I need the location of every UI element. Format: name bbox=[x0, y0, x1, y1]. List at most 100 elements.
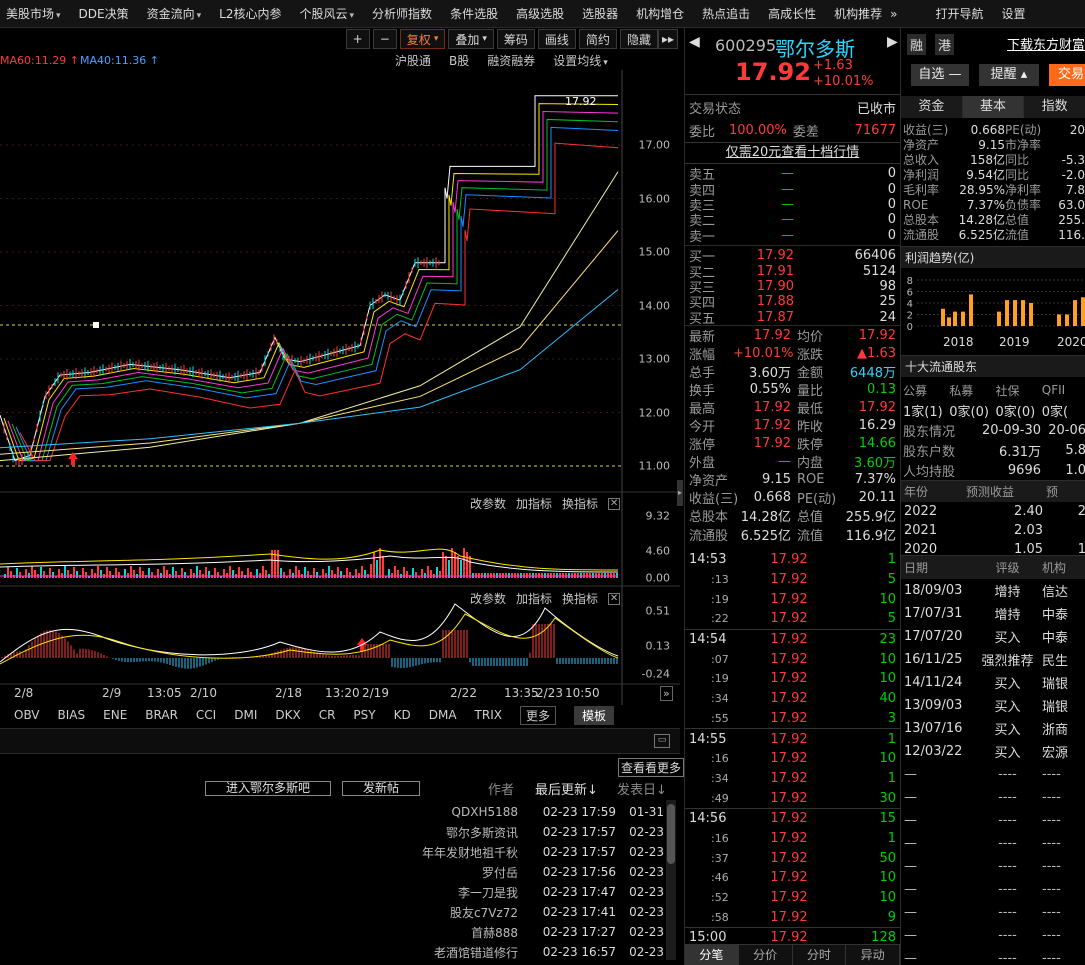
forum-row[interactable]: 罗付岳 02-23 17:56 02-23 bbox=[0, 862, 664, 882]
close-icon[interactable]: ✕ bbox=[608, 592, 621, 605]
indicator-tab[interactable]: DMA bbox=[429, 708, 457, 722]
more-indicators-button[interactable]: 更多 bbox=[519, 705, 556, 725]
switch-indicator-button[interactable]: 换指标 bbox=[562, 495, 598, 512]
menu-item[interactable]: 打开导航 bbox=[936, 5, 984, 22]
rating-row[interactable]: — ---- ---- bbox=[901, 763, 1085, 786]
menu-item[interactable]: 高成长性 bbox=[768, 5, 816, 22]
view-more-button[interactable]: 查看看更多 bbox=[618, 758, 685, 777]
hide-button[interactable]: 隐藏 bbox=[619, 29, 658, 49]
info-tab[interactable]: 资金 bbox=[901, 96, 963, 118]
menu-item[interactable]: L2核心内参 bbox=[219, 5, 281, 22]
ma-link[interactable]: 融资融券 bbox=[487, 54, 535, 68]
forum-row[interactable]: 股友c7Vz72 02-23 17:41 02-23 bbox=[0, 902, 664, 922]
info-tab[interactable]: 基本 bbox=[962, 96, 1025, 118]
indicator-tab[interactable]: BRAR bbox=[145, 708, 178, 722]
indicator-tab[interactable]: TRIX bbox=[475, 708, 502, 722]
draw-line-button[interactable]: 画线 bbox=[537, 29, 576, 49]
menu-item[interactable]: 个股风云 bbox=[300, 5, 355, 22]
forum-row[interactable]: 年年发财地祖千秋 02-23 17:57 02-23 bbox=[0, 842, 664, 862]
rating-row[interactable]: 14/11/24 买入 瑞银 bbox=[901, 671, 1085, 694]
holder-cat[interactable]: 公募 bbox=[901, 382, 947, 399]
holder-cat[interactable]: 私募 bbox=[947, 382, 993, 399]
add-indicator-button[interactable]: 加指标 bbox=[516, 495, 552, 512]
forum-scrollbar[interactable] bbox=[666, 800, 676, 960]
holder-cat[interactable]: QFII bbox=[1040, 383, 1085, 397]
rating-row[interactable]: 17/07/20 买入 中泰 bbox=[901, 625, 1085, 648]
latest-update-header[interactable]: 最后更新↓ bbox=[535, 779, 598, 798]
quote-tab[interactable]: 分价 bbox=[738, 945, 793, 965]
info-tab[interactable]: 指数 bbox=[1024, 96, 1085, 118]
forum-row[interactable]: 鄂尔多斯资讯 02-23 17:57 02-23 bbox=[0, 822, 664, 842]
edit-params-button[interactable]: 改参数 bbox=[470, 495, 506, 512]
kline-chart[interactable]: 17.92 bbox=[0, 70, 680, 705]
menu-item[interactable]: 热点追击 bbox=[702, 5, 750, 22]
rating-row[interactable]: 16/11/25 强烈推荐 民生 bbox=[901, 648, 1085, 671]
next-stock-icon[interactable]: ▶ bbox=[887, 34, 898, 50]
forum-author[interactable]: 股友c7Vz72 bbox=[0, 904, 518, 921]
indicator-tab[interactable]: CR bbox=[319, 708, 336, 722]
splitter-handle[interactable]: ▸ bbox=[677, 480, 683, 506]
author-header[interactable]: 作者 bbox=[488, 779, 514, 798]
forum-author[interactable]: 鄂尔多斯资讯 bbox=[0, 824, 518, 841]
forum-author[interactable]: 李一刀是我 bbox=[0, 884, 518, 901]
add-indicator-button[interactable]: 加指标 bbox=[516, 590, 552, 607]
menu-item[interactable]: 选股器 bbox=[582, 5, 618, 22]
forum-author[interactable]: QDXH5188 bbox=[0, 805, 518, 819]
menu-item[interactable]: 分析师指数 bbox=[372, 5, 432, 22]
menu-item[interactable]: 美股市场 bbox=[6, 5, 61, 22]
scroll-thumb[interactable] bbox=[667, 804, 675, 864]
enter-forum-button[interactable]: 进入鄂尔多斯吧 bbox=[205, 780, 331, 796]
forum-row[interactable]: 首赫888 02-23 17:27 02-23 bbox=[0, 922, 664, 942]
menu-item[interactable]: 高级选股 bbox=[516, 5, 564, 22]
new-post-button[interactable]: 发新帖 bbox=[342, 780, 420, 796]
rating-row[interactable]: 13/09/03 买入 瑞银 bbox=[901, 694, 1085, 717]
forum-author[interactable]: 罗付岳 bbox=[0, 864, 518, 881]
forum-author[interactable]: 老酒馆错道修行 bbox=[0, 944, 518, 961]
indicator-tab[interactable]: CCI bbox=[196, 708, 216, 722]
rating-row[interactable]: — ---- ---- bbox=[901, 947, 1085, 965]
forum-author[interactable]: 年年发财地祖千秋 bbox=[0, 844, 518, 861]
rating-row[interactable]: — ---- ---- bbox=[901, 924, 1085, 947]
ma-link[interactable]: 沪股通 bbox=[395, 54, 431, 68]
rating-row[interactable]: — ---- ---- bbox=[901, 832, 1085, 855]
menu-item[interactable]: 条件选股 bbox=[450, 5, 498, 22]
prev-stock-icon[interactable]: ◀ bbox=[689, 34, 700, 50]
watchlist-button[interactable]: 自选 — bbox=[911, 64, 969, 86]
switch-indicator-button[interactable]: 换指标 bbox=[562, 590, 598, 607]
indicator-tab[interactable]: KD bbox=[394, 708, 411, 722]
adjust-button[interactable]: 复权 ▾ bbox=[399, 29, 446, 49]
download-link[interactable]: 下载东方财富 bbox=[1007, 34, 1085, 53]
rating-row[interactable]: — ---- ---- bbox=[901, 855, 1085, 878]
menu-item[interactable]: 机构推荐 bbox=[834, 5, 882, 22]
forum-row[interactable]: QDXH5188 02-23 17:59 01-31 bbox=[0, 802, 664, 822]
menu-item[interactable]: 设置 bbox=[1002, 5, 1026, 22]
rating-row[interactable]: — ---- ---- bbox=[901, 878, 1085, 901]
close-icon[interactable]: ✕ bbox=[608, 497, 621, 510]
ma-link[interactable]: 设置均线 bbox=[553, 54, 601, 68]
menu-item[interactable]: DDE决策 bbox=[79, 5, 129, 22]
template-button[interactable]: 模板 bbox=[573, 705, 614, 725]
trade-button[interactable]: 交易 bbox=[1049, 64, 1085, 86]
menu-item[interactable]: 机构增仓 bbox=[636, 5, 684, 22]
chip-button[interactable]: 筹码 bbox=[496, 29, 535, 49]
indicator-tab[interactable]: DMI bbox=[234, 708, 257, 722]
level10-promo-link[interactable]: 仅需20元查看十档行情 bbox=[685, 142, 900, 164]
menu-item[interactable]: » bbox=[890, 7, 897, 21]
rating-row[interactable]: — ---- ---- bbox=[901, 901, 1085, 924]
alert-button[interactable]: 提醒 ▴ bbox=[979, 64, 1039, 86]
simple-button[interactable]: 简约 bbox=[578, 29, 617, 49]
published-header[interactable]: 发表日↓ bbox=[617, 779, 667, 798]
forum-author[interactable]: 首赫888 bbox=[0, 924, 518, 941]
zoom-in-button[interactable]: + bbox=[345, 29, 370, 49]
overlay-button[interactable]: 叠加 ▾ bbox=[448, 29, 494, 49]
zoom-out-button[interactable]: − bbox=[372, 29, 397, 49]
scroll-right-icon[interactable]: » bbox=[660, 686, 673, 701]
ma-link[interactable]: B股 bbox=[449, 54, 469, 68]
rating-row[interactable]: — ---- ---- bbox=[901, 809, 1085, 832]
window-icon[interactable]: ▭ bbox=[654, 734, 670, 748]
quote-tab[interactable]: 分笔 bbox=[685, 945, 739, 965]
indicator-tab[interactable]: ENE bbox=[103, 708, 127, 722]
menu-item[interactable]: 资金流向 bbox=[147, 5, 202, 22]
rating-row[interactable]: 17/07/31 增持 中泰 bbox=[901, 602, 1085, 625]
quote-tab[interactable]: 分时 bbox=[792, 945, 847, 965]
